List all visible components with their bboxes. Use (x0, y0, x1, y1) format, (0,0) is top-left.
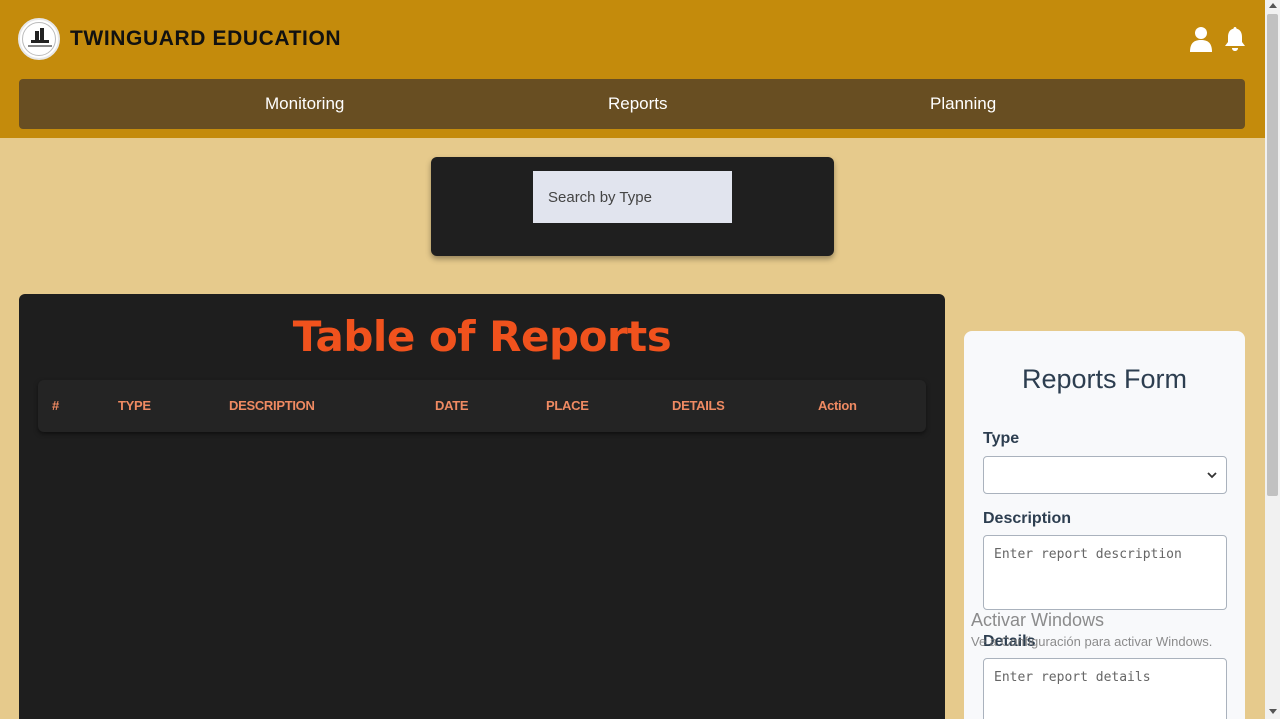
description-textarea[interactable] (983, 535, 1227, 610)
nav-reports[interactable]: Reports (608, 94, 668, 114)
search-panel (431, 157, 834, 256)
column-header-date: DATE (435, 398, 469, 413)
nav-monitoring[interactable]: Monitoring (265, 94, 344, 114)
column-header-place: PLACE (546, 398, 589, 413)
nav-planning[interactable]: Planning (930, 94, 996, 114)
form-title: Reports Form (1021, 364, 1188, 394)
column-header-details: DETAILS (672, 398, 725, 413)
details-label: Details (983, 633, 1036, 650)
logo-emblem (22, 22, 56, 56)
main-navbar: Monitoring Reports Planning (19, 79, 1245, 129)
brand-logo[interactable] (18, 18, 60, 60)
type-select[interactable] (983, 456, 1227, 494)
reports-table-panel: Table of Reports # TYPE DESCRIPTION DATE… (19, 294, 945, 719)
scroll-down-arrow-icon[interactable] (1269, 709, 1277, 714)
details-textarea[interactable] (983, 658, 1227, 719)
table-header-row: # TYPE DESCRIPTION DATE PLACE DETAILS Ac… (38, 380, 926, 432)
search-input[interactable] (533, 171, 732, 223)
chevron-down-icon (1207, 472, 1217, 479)
reports-form-panel: Reports Form Type Description Details (964, 331, 1245, 719)
column-header-number: # (52, 398, 59, 413)
app-header: TWINGUARD EDUCATION Monitoring Reports P… (0, 0, 1265, 138)
scroll-up-arrow-icon[interactable] (1269, 3, 1277, 8)
scrollbar-thumb[interactable] (1267, 14, 1278, 496)
column-header-action: Action (818, 398, 857, 413)
user-icon[interactable] (1189, 26, 1213, 52)
page-scrollbar[interactable] (1265, 0, 1280, 719)
column-header-description: DESCRIPTION (229, 398, 315, 413)
brand-title: TWINGUARD EDUCATION (70, 27, 342, 50)
bell-icon[interactable] (1224, 26, 1246, 52)
description-label: Description (983, 510, 1072, 527)
column-header-type: TYPE (118, 398, 151, 413)
table-title: Table of Reports (292, 312, 672, 361)
type-label: Type (983, 430, 1020, 447)
